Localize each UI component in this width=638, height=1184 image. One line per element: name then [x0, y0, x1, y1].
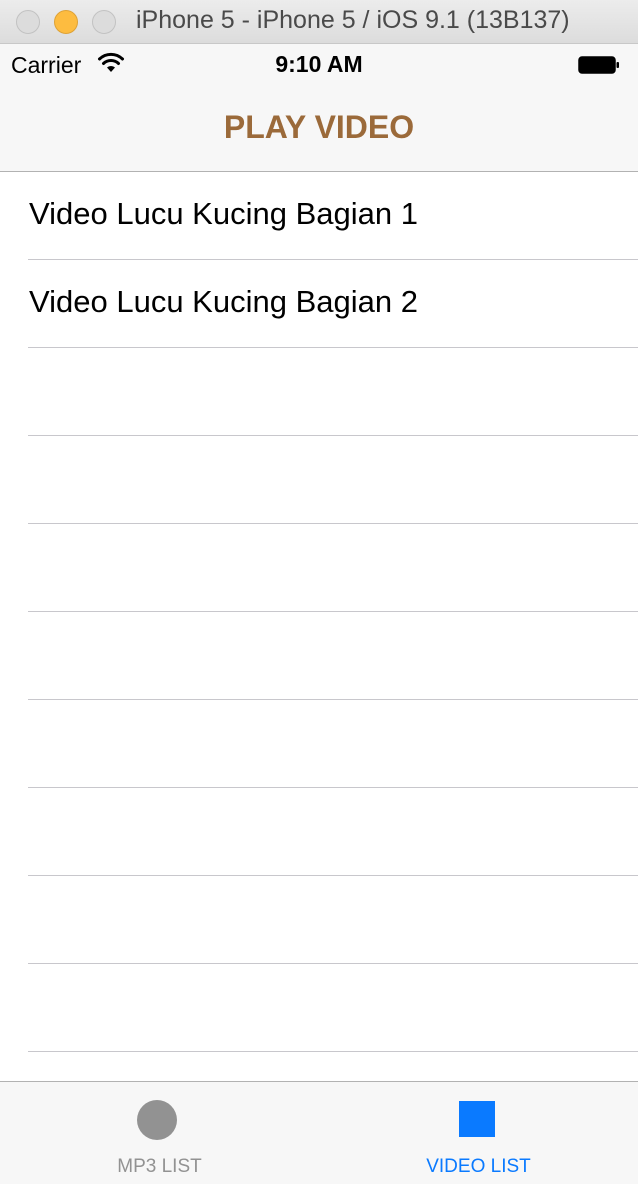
table-row[interactable]: [0, 436, 638, 524]
table-row[interactable]: [0, 876, 638, 964]
row-label: Video Lucu Kucing Bagian 1: [29, 196, 418, 231]
table-row[interactable]: Video Lucu Kucing Bagian 2: [0, 260, 638, 348]
table-row[interactable]: [0, 964, 638, 1052]
tab-label: VIDEO LIST: [426, 1156, 531, 1177]
navigation-bar: PLAY VIDEO: [0, 84, 638, 172]
status-time: 9:10 AM: [275, 51, 363, 77]
tab-video-list[interactable]: VIDEO LIST: [319, 1082, 638, 1184]
table-row[interactable]: [0, 788, 638, 876]
table-row[interactable]: [0, 348, 638, 436]
zoom-window-button[interactable]: [92, 10, 116, 34]
table-row[interactable]: [0, 700, 638, 788]
table-row[interactable]: Video Lucu Kucing Bagian 1: [0, 172, 638, 260]
circle-icon: [137, 1100, 177, 1140]
nav-title: PLAY VIDEO: [223, 109, 415, 145]
window-title: iPhone 5 - iPhone 5 / iOS 9.1 (13B137): [136, 6, 570, 34]
close-window-button[interactable]: [16, 10, 40, 34]
simulator-window: iPhone 5 - iPhone 5 / iOS 9.1 (13B137) C…: [0, 0, 638, 1184]
window-titlebar: iPhone 5 - iPhone 5 / iOS 9.1 (13B137): [0, 0, 638, 44]
row-label: Video Lucu Kucing Bagian 2: [29, 284, 418, 319]
square-icon: [459, 1101, 495, 1137]
tab-mp3-list[interactable]: MP3 LIST: [0, 1082, 319, 1184]
tab-bar: MP3 LIST VIDEO LIST: [0, 1081, 638, 1184]
status-bar: Carrier 9:10 AM: [0, 44, 638, 84]
minimize-window-button[interactable]: [54, 10, 78, 34]
battery-icon: [578, 56, 619, 74]
video-table[interactable]: Video Lucu Kucing Bagian 1 Video Lucu Ku…: [0, 172, 638, 1081]
table-row[interactable]: [0, 612, 638, 700]
table-row[interactable]: [0, 524, 638, 612]
tab-label: MP3 LIST: [117, 1156, 202, 1177]
